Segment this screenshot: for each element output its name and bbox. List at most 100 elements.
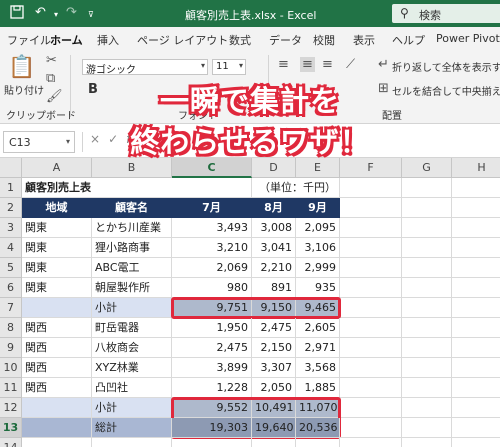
- row-header[interactable]: 10: [0, 358, 22, 378]
- redo-icon[interactable]: ↷: [66, 5, 77, 20]
- cell[interactable]: [402, 218, 452, 238]
- cell[interactable]: [340, 418, 402, 438]
- customer-cell[interactable]: 小計: [92, 398, 172, 418]
- column-header-a[interactable]: A: [22, 158, 92, 178]
- cell[interactable]: [340, 358, 402, 378]
- cell[interactable]: [452, 198, 500, 218]
- customize-toolbar-icon[interactable]: ⊽: [88, 10, 94, 19]
- row-header[interactable]: 13: [0, 418, 22, 438]
- customer-cell[interactable]: 八枚商会: [92, 338, 172, 358]
- region-cell[interactable]: 関東: [22, 278, 92, 298]
- july-cell[interactable]: 2,069: [172, 258, 252, 278]
- september-cell[interactable]: 3,106: [296, 238, 340, 258]
- september-cell[interactable]: 2,095: [296, 218, 340, 238]
- cell[interactable]: [452, 398, 500, 418]
- row-header[interactable]: 9: [0, 338, 22, 358]
- region-cell[interactable]: 関西: [22, 318, 92, 338]
- august-cell[interactable]: 3,041: [252, 238, 296, 258]
- sheet-title[interactable]: 顧客別売上表: [22, 178, 172, 198]
- customer-cell[interactable]: XYZ林業: [92, 358, 172, 378]
- table-header-cell[interactable]: 8月: [252, 198, 296, 218]
- cell[interactable]: [402, 258, 452, 278]
- row-header[interactable]: 12: [0, 398, 22, 418]
- september-cell[interactable]: 2,971: [296, 338, 340, 358]
- orientation-icon[interactable]: ⟋: [346, 57, 355, 72]
- tab-help[interactable]: ヘルプ: [392, 32, 425, 48]
- cell[interactable]: [340, 238, 402, 258]
- cell[interactable]: [452, 418, 500, 438]
- region-cell[interactable]: 関西: [22, 378, 92, 398]
- cell[interactable]: [340, 378, 402, 398]
- cell[interactable]: [452, 378, 500, 398]
- july-cell[interactable]: 3,899: [172, 358, 252, 378]
- table-header-cell[interactable]: 7月: [172, 198, 252, 218]
- search-box[interactable]: ⚲ 検索: [392, 4, 500, 23]
- cell[interactable]: [252, 438, 296, 447]
- font-size-combo[interactable]: 11 ▾: [212, 59, 246, 75]
- row-header[interactable]: 14: [0, 438, 22, 447]
- cell[interactable]: [340, 338, 402, 358]
- cell[interactable]: [402, 398, 452, 418]
- tab-file[interactable]: ファイル: [7, 32, 51, 48]
- september-cell[interactable]: 1,885: [296, 378, 340, 398]
- align-middle-icon[interactable]: ≡: [300, 57, 315, 72]
- cell[interactable]: [452, 358, 500, 378]
- cell[interactable]: [22, 438, 92, 447]
- cell[interactable]: [402, 378, 452, 398]
- cell[interactable]: [340, 298, 402, 318]
- cell[interactable]: [452, 278, 500, 298]
- customer-cell[interactable]: 総計: [92, 418, 172, 438]
- row-header[interactable]: 6: [0, 278, 22, 298]
- customer-cell[interactable]: 朝屋製作所: [92, 278, 172, 298]
- cell[interactable]: [402, 438, 452, 447]
- column-header-e[interactable]: E: [296, 158, 340, 178]
- tab-view[interactable]: 表示: [353, 32, 375, 48]
- region-cell[interactable]: [22, 418, 92, 438]
- cell[interactable]: [340, 198, 402, 218]
- column-header-d[interactable]: D: [252, 158, 296, 178]
- undo-icon[interactable]: ↶: [35, 5, 46, 20]
- cell[interactable]: [340, 218, 402, 238]
- customer-cell[interactable]: 凸凹社: [92, 378, 172, 398]
- table-header-cell[interactable]: 地域: [22, 198, 92, 218]
- cell[interactable]: [452, 238, 500, 258]
- september-cell[interactable]: 2,999: [296, 258, 340, 278]
- table-header-cell[interactable]: 9月: [296, 198, 340, 218]
- cell[interactable]: [402, 198, 452, 218]
- tab-review[interactable]: 校閲: [313, 32, 335, 48]
- tab-power-pivot[interactable]: Power Pivot: [436, 32, 500, 45]
- region-cell[interactable]: 関東: [22, 238, 92, 258]
- cell[interactable]: [340, 398, 402, 418]
- row-header[interactable]: 3: [0, 218, 22, 238]
- cell[interactable]: [402, 178, 452, 198]
- august-cell[interactable]: 2,475: [252, 318, 296, 338]
- row-header[interactable]: 11: [0, 378, 22, 398]
- september-cell[interactable]: 2,605: [296, 318, 340, 338]
- customer-cell[interactable]: ABC電工: [92, 258, 172, 278]
- worksheet-grid[interactable]: A B C D E F G H 1 顧客別売上表 （単位：千円） 2 地域 顧客名 7月 8月 9月 3 関東 とかち…: [0, 158, 500, 447]
- align-bottom-icon[interactable]: ≡: [322, 57, 333, 72]
- cell[interactable]: [340, 178, 402, 198]
- july-cell[interactable]: 2,475: [172, 338, 252, 358]
- tab-page-layout[interactable]: ページ レイアウト: [137, 32, 228, 48]
- august-cell[interactable]: 19,640: [252, 418, 296, 438]
- column-header-h[interactable]: H: [452, 158, 500, 178]
- august-cell[interactable]: 3,008: [252, 218, 296, 238]
- region-cell[interactable]: 関東: [22, 258, 92, 278]
- cell[interactable]: [402, 298, 452, 318]
- tab-home[interactable]: ホーム: [50, 32, 83, 52]
- cell[interactable]: [340, 258, 402, 278]
- cell[interactable]: [340, 278, 402, 298]
- july-cell[interactable]: 1,950: [172, 318, 252, 338]
- table-header-cell[interactable]: 顧客名: [92, 198, 172, 218]
- customer-cell[interactable]: 小計: [92, 298, 172, 318]
- cell[interactable]: [172, 438, 252, 447]
- wrap-text-icon[interactable]: ↵: [378, 57, 389, 72]
- august-cell[interactable]: 891: [252, 278, 296, 298]
- july-cell[interactable]: 3,210: [172, 238, 252, 258]
- september-cell[interactable]: 935: [296, 278, 340, 298]
- july-cell[interactable]: 3,493: [172, 218, 252, 238]
- column-header-b[interactable]: B: [92, 158, 172, 178]
- cell[interactable]: [452, 318, 500, 338]
- cell[interactable]: [296, 438, 340, 447]
